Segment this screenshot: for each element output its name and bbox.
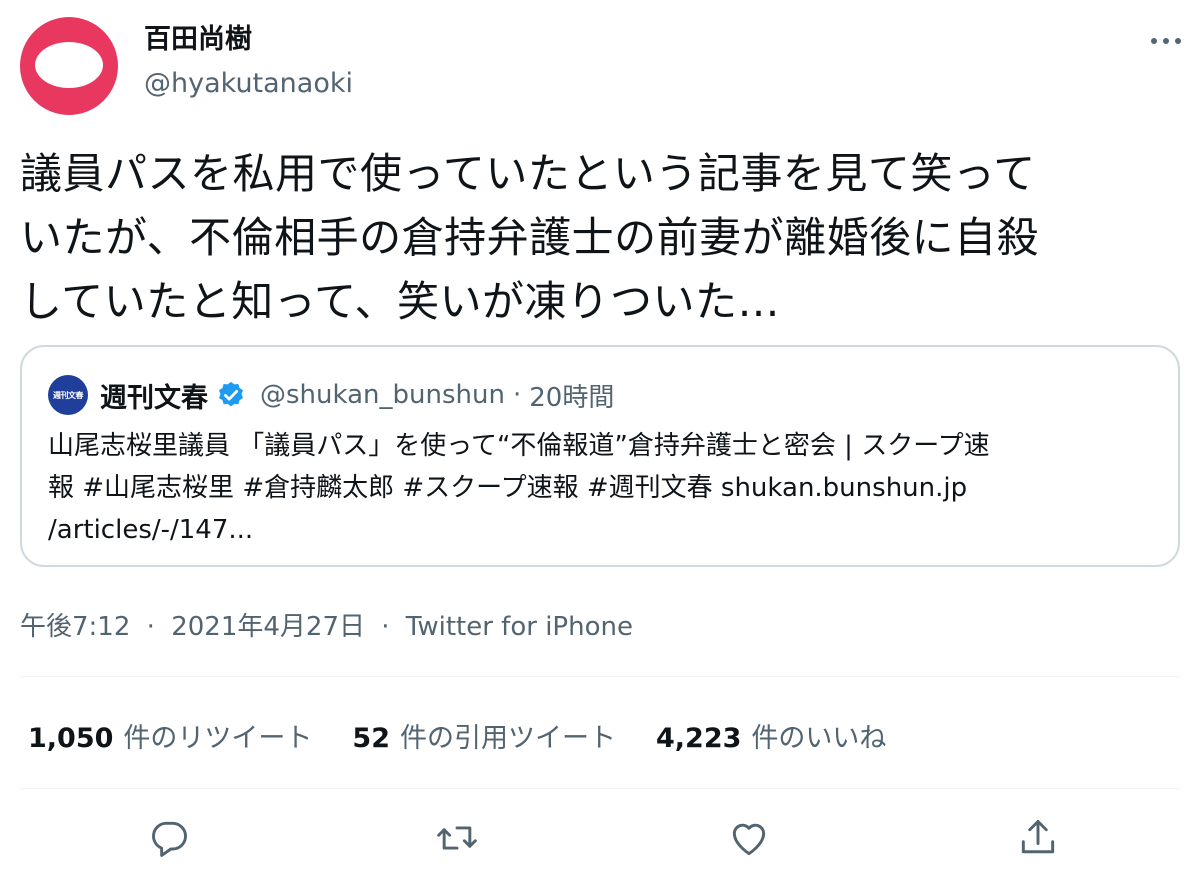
tweet-text-line: 議員パスを私用で使っていたという記事を見て笑って	[20, 149, 1036, 198]
share-button[interactable]	[1016, 816, 1060, 860]
quoted-tweet-time[interactable]: 20時間	[529, 377, 614, 414]
tweet-time[interactable]: 午後7:12	[20, 612, 130, 642]
reply-icon	[152, 821, 187, 857]
tweet-source[interactable]: Twitter for iPhone	[406, 612, 633, 642]
retweet-count: 1,050	[28, 723, 114, 754]
retweet-icon	[437, 826, 477, 850]
quote-count: 52	[352, 723, 390, 754]
tweet-date[interactable]: 2021年4月27日	[171, 612, 365, 642]
like-icon	[732, 823, 766, 856]
quoted-author-handle: @shukan_bunshun	[260, 380, 505, 410]
quoted-tweet-header: 週刊文春 週刊文春 @shukan_bunshun · 20時間	[48, 375, 614, 415]
quote-label: 件の引用ツイート	[399, 723, 616, 754]
tweet-meta: 午後7:12 · 2021年4月27日 · Twitter for iPhone	[20, 606, 633, 643]
quoted-tweet-text: 山尾志桜里議員 「議員パス」を使って“不倫報道”倉持弁護士と密会 | スクープ速…	[48, 425, 1158, 551]
like-count: 4,223	[655, 723, 742, 754]
retweet-count-stat[interactable]: 1,050 件のリツイート	[28, 716, 312, 755]
separator-dot: ·	[381, 612, 390, 642]
quoted-text-line[interactable]: /articles/-/147...	[48, 509, 1158, 551]
separator-dot: ·	[146, 612, 155, 642]
retweet-button[interactable]	[435, 816, 479, 860]
separator-dot: ·	[512, 380, 522, 410]
tweet-text-line: していたと知って、笑いが凍りついた…	[20, 277, 780, 326]
like-label: 件のいいね	[751, 723, 887, 754]
like-count-stat[interactable]: 4,223 件のいいね	[656, 716, 886, 755]
share-icon	[1021, 820, 1055, 854]
author-display-name[interactable]: 百田尚樹	[144, 22, 252, 58]
quoted-author-name: 週刊文春	[100, 382, 208, 414]
quoted-text-line: 山尾志桜里議員 「議員パス」を使って“不倫報道”倉持弁護士と密会 | スクープ速	[48, 431, 990, 461]
quote-count-stat[interactable]: 52 件の引用ツイート	[352, 716, 616, 755]
tweet-stats: 1,050 件のリツイート 52 件の引用ツイート 4,223 件のいいね	[28, 716, 926, 755]
tweet-text: 議員パスを私用で使っていたという記事を見て笑って いたが、不倫相手の倉持弁護士の…	[20, 142, 1190, 334]
divider	[20, 676, 1180, 677]
more-icon[interactable]	[1146, 26, 1186, 56]
author-handle[interactable]: @hyakutanaoki	[144, 66, 353, 102]
quoted-tweet-card[interactable]: 週刊文春 週刊文春 @shukan_bunshun · 20時間 山尾志桜里議員…	[20, 345, 1180, 567]
action-bar	[0, 816, 1200, 864]
verified-icon	[219, 381, 243, 407]
avatar-icon	[35, 42, 103, 88]
tweet-text-line: いたが、不倫相手の倉持弁護士の前妻が離婚後に自殺	[20, 213, 1040, 262]
avatar[interactable]	[20, 17, 118, 115]
quoted-avatar-icon: 週刊文春	[48, 375, 88, 415]
reply-button[interactable]	[147, 816, 191, 860]
quoted-text-line[interactable]: 報 #山尾志桜里 #倉持麟太郎 #スクープ速報 #週刊文春 shukan.bun…	[48, 467, 1158, 509]
divider	[20, 788, 1180, 789]
like-button[interactable]	[727, 816, 771, 860]
retweet-label: 件のリツイート	[123, 723, 313, 754]
